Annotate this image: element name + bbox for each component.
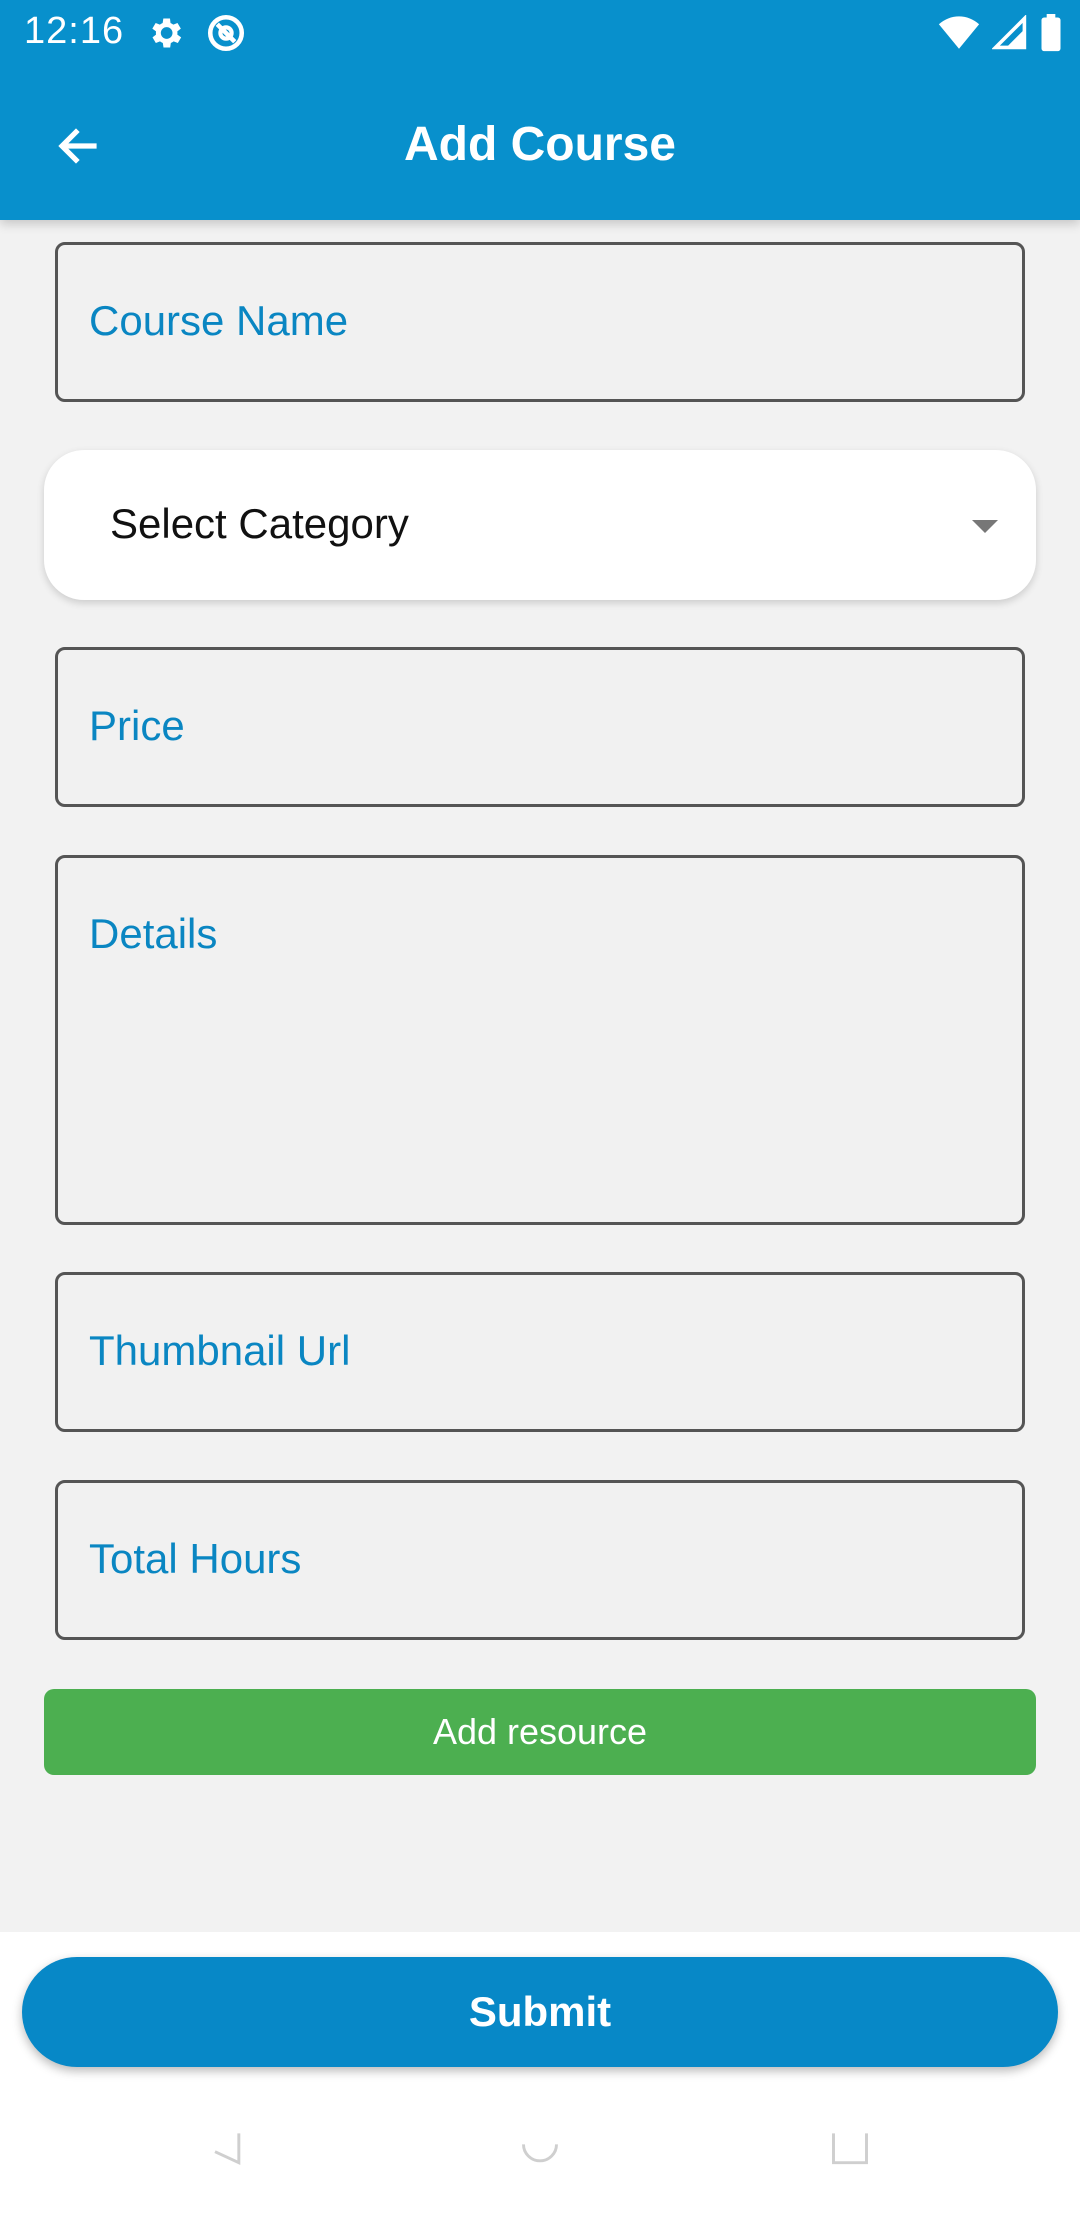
- total-hours-placeholder: Total Hours: [89, 1535, 302, 1582]
- nav-home-icon: [518, 2126, 562, 2175]
- dropdown-caret-icon: [972, 520, 998, 533]
- status-icons-left: [145, 12, 247, 59]
- thumbnail-url-field[interactable]: Thumbnail Url: [55, 1272, 1025, 1432]
- nav-back-button[interactable]: [196, 2120, 256, 2180]
- details-field[interactable]: Details: [55, 855, 1025, 1225]
- category-select-value: Select Category: [110, 500, 409, 547]
- nav-back-icon: [204, 2126, 248, 2175]
- system-navigation-bar: [0, 2102, 1080, 2220]
- battery-icon: [1040, 14, 1062, 57]
- submit-button[interactable]: Submit: [22, 1957, 1058, 2067]
- add-resource-button[interactable]: Add resource: [44, 1689, 1036, 1775]
- app-bar: 12:16 Add Course: [0, 0, 1080, 220]
- price-field[interactable]: Price: [55, 647, 1025, 807]
- thumbnail-url-placeholder: Thumbnail Url: [89, 1327, 351, 1374]
- nav-home-button[interactable]: [510, 2120, 570, 2180]
- nav-recents-button[interactable]: [820, 2120, 880, 2180]
- course-name-placeholder: Course Name: [89, 297, 349, 344]
- status-icons-right: [938, 14, 1062, 57]
- at-sign-icon: [205, 12, 247, 59]
- page-title: Add Course: [403, 118, 676, 171]
- bottom-area: Submit: [0, 1932, 1080, 2220]
- total-hours-field[interactable]: Total Hours: [55, 1480, 1025, 1640]
- price-placeholder: Price: [89, 702, 185, 749]
- category-select[interactable]: Select Category: [44, 450, 1036, 600]
- nav-recents-icon: [828, 2126, 872, 2175]
- status-time: 12:16: [24, 10, 125, 52]
- details-placeholder: Details: [89, 910, 218, 957]
- cell-signal-icon: [991, 14, 1028, 56]
- wifi-icon: [938, 15, 980, 56]
- course-name-field[interactable]: Course Name: [55, 242, 1025, 402]
- add-course-screen: 12:16 Add Course Course Name Select Cate…: [0, 0, 1080, 2220]
- gear-icon: [145, 13, 185, 58]
